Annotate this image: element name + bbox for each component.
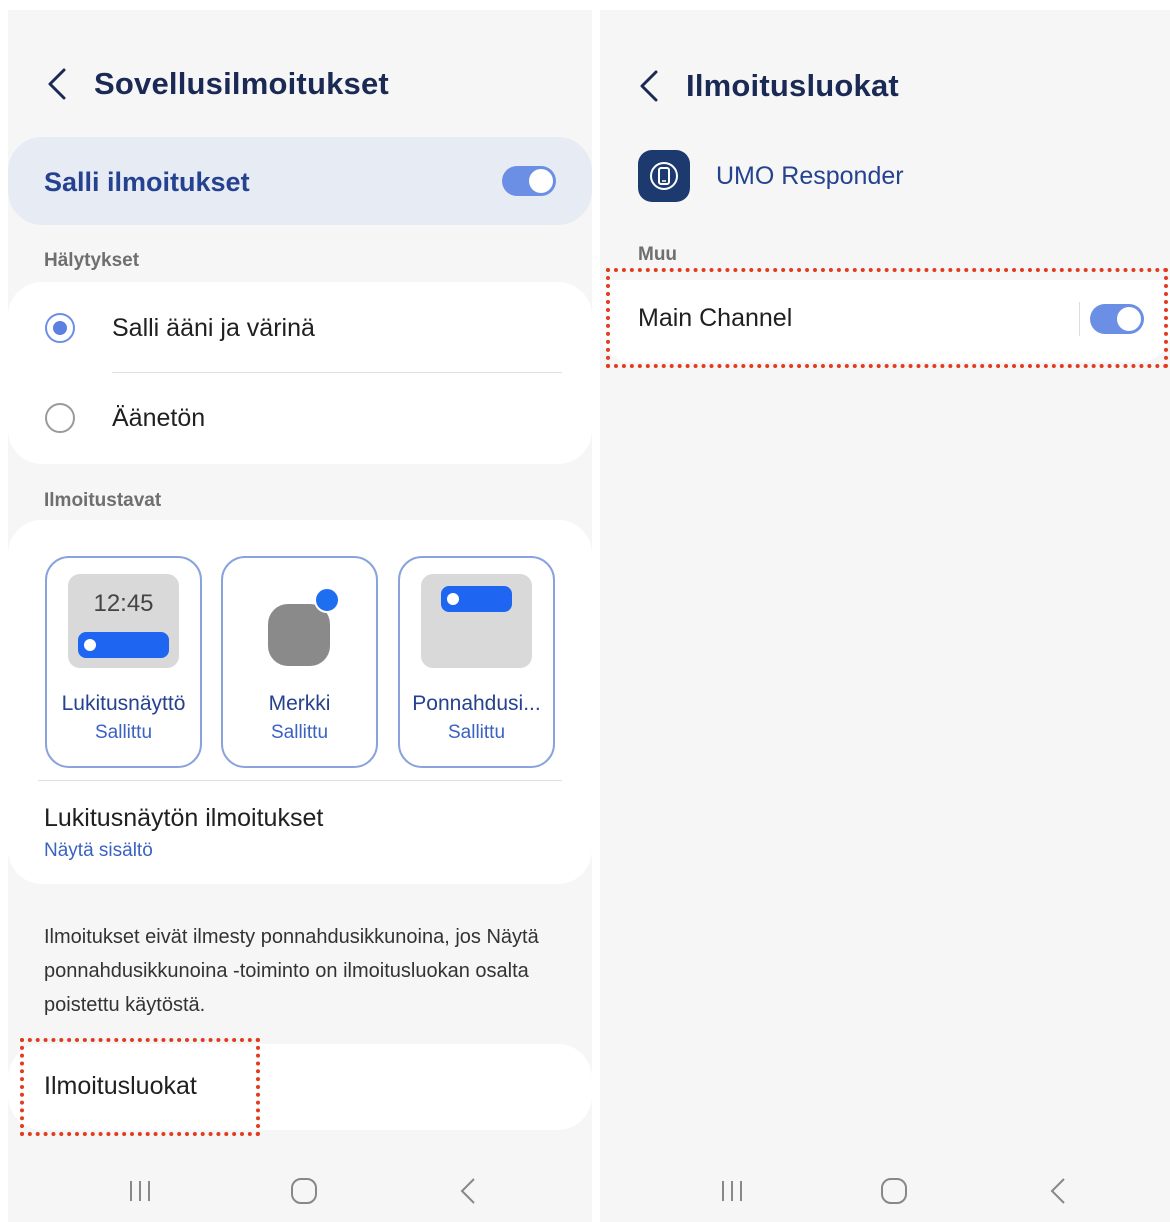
nav-back-button[interactable] xyxy=(448,1176,488,1206)
back-icon xyxy=(1050,1178,1065,1204)
method-state: Sallittu xyxy=(94,722,153,743)
info-text: Ilmoitukset eivät ilmesty ponnahdusikkun… xyxy=(44,926,539,1016)
highlight-box xyxy=(20,1038,260,1136)
radio-option-sound-vibrate[interactable]: Salli ääni ja värinä xyxy=(8,282,592,374)
home-icon xyxy=(881,1178,907,1204)
radio-option-label: Salli ääni ja värinä xyxy=(112,313,315,342)
back-button[interactable] xyxy=(44,64,70,104)
recent-apps-icon xyxy=(722,1181,742,1201)
method-state: Sallittu xyxy=(447,722,506,743)
app-info-row: UMO Responder xyxy=(638,150,904,202)
allow-notifications-row[interactable]: Salli ilmoitukset xyxy=(8,137,592,225)
notification-categories-screen: Ilmoitusluokat UMO Responder Muu Main Ch… xyxy=(600,10,1170,1222)
chevron-left-icon xyxy=(48,68,66,100)
app-icon xyxy=(638,150,690,202)
lock-screen-notifications-title[interactable]: Lukitusnäytön ilmoitukset xyxy=(44,804,323,833)
alerts-section-label: Hälytykset xyxy=(44,250,140,271)
page-title: Ilmoitusluokat xyxy=(686,68,899,103)
nav-back-button[interactable] xyxy=(1038,1176,1078,1206)
radio-button-selected[interactable] xyxy=(45,313,75,343)
recent-apps-icon xyxy=(130,1181,150,1201)
app-badge-icon xyxy=(268,604,330,666)
divider xyxy=(38,780,562,781)
back-icon xyxy=(460,1178,475,1204)
method-lock-screen[interactable]: 12:45 Lukitusnäyttö Sallittu xyxy=(45,556,202,768)
method-badge[interactable]: Merkki Sallittu xyxy=(221,556,378,768)
home-icon xyxy=(291,1178,317,1204)
recent-apps-button[interactable] xyxy=(120,1176,160,1206)
home-button[interactable] xyxy=(874,1176,914,1206)
method-name: Merkki xyxy=(268,692,331,715)
category-section-label: Muu xyxy=(638,244,678,265)
notification-methods-card: 12:45 Lukitusnäyttö Sallittu Merkki Sall… xyxy=(8,520,592,884)
page-title: Sovellusilmoitukset xyxy=(94,66,389,101)
method-name: Lukitusnäyttö xyxy=(61,692,186,715)
popup-bar-icon xyxy=(441,586,512,612)
toggle-knob xyxy=(529,169,553,193)
phone-icon xyxy=(650,162,678,190)
recent-apps-button[interactable] xyxy=(712,1176,752,1206)
notification-bar-icon xyxy=(78,632,169,658)
highlight-box xyxy=(606,268,1168,368)
header: Ilmoitusluokat xyxy=(636,62,899,110)
method-popup[interactable]: Ponnahdusi... Sallittu xyxy=(398,556,555,768)
lock-screen-preview: 12:45 xyxy=(68,574,179,668)
app-name: UMO Responder xyxy=(716,161,904,190)
back-button[interactable] xyxy=(636,66,662,106)
methods-section-label: Ilmoitustavat xyxy=(44,490,162,511)
allow-notifications-label: Salli ilmoitukset xyxy=(44,167,250,197)
radio-option-label: Äänetön xyxy=(112,403,206,432)
chevron-left-icon xyxy=(640,70,658,102)
alerts-card: Salli ääni ja värinä Äänetön xyxy=(8,282,592,464)
method-name: Ponnahdusi... xyxy=(412,692,541,715)
radio-option-silent[interactable]: Äänetön xyxy=(8,372,592,464)
navigation-bar xyxy=(600,1162,1170,1222)
preview-time: 12:45 xyxy=(93,590,154,617)
lock-screen-notifications-value: Näytä sisältö xyxy=(44,840,153,861)
radio-button[interactable] xyxy=(45,403,75,433)
allow-notifications-toggle[interactable] xyxy=(502,166,556,196)
header: Sovellusilmoitukset xyxy=(44,60,389,108)
navigation-bar xyxy=(8,1162,592,1222)
popup-preview xyxy=(421,574,532,668)
method-state: Sallittu xyxy=(270,722,329,743)
app-notifications-screen: Sovellusilmoitukset Salli ilmoitukset Hä… xyxy=(8,10,592,1222)
badge-dot-icon xyxy=(314,587,340,613)
home-button[interactable] xyxy=(284,1176,324,1206)
